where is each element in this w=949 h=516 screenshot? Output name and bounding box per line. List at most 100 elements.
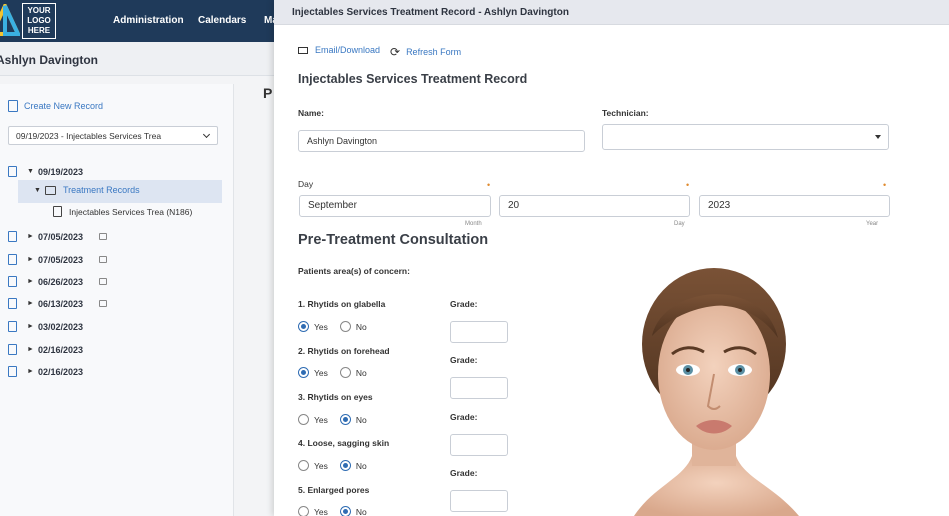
question-1-radio-group: Yes No bbox=[298, 321, 379, 332]
radio-icon[interactable] bbox=[339, 367, 351, 378]
radio-icon[interactable] bbox=[298, 460, 309, 471]
top-nav: YOUR LOGO HERE Administration Calendars … bbox=[0, 0, 274, 42]
yes-option[interactable]: Yes bbox=[298, 506, 328, 516]
email-download-button[interactable]: Email/Download bbox=[298, 45, 380, 55]
yes-option[interactable]: Yes bbox=[298, 321, 328, 332]
no-option[interactable]: No bbox=[339, 460, 367, 471]
tree-date: 07/05/2023 bbox=[37, 231, 83, 242]
collapsed-triangle-icon[interactable]: ► bbox=[27, 346, 34, 353]
tree-item-date[interactable]: ► 07/05/2023 bbox=[8, 231, 107, 242]
envelope-icon bbox=[298, 46, 308, 54]
radio-icon[interactable] bbox=[339, 321, 351, 332]
year-value: 2023 bbox=[708, 200, 731, 211]
grade-2-input[interactable] bbox=[450, 377, 508, 399]
file-icon bbox=[53, 206, 62, 217]
day-value: 20 bbox=[508, 200, 520, 211]
no-option[interactable]: No bbox=[339, 321, 367, 332]
expanded-triangle-icon[interactable]: ▼ bbox=[34, 187, 41, 194]
required-marker: • bbox=[686, 180, 690, 190]
radio-icon[interactable] bbox=[298, 414, 309, 425]
question-1-label: 1. Rhytids on glabella bbox=[298, 299, 386, 309]
comment-icon bbox=[98, 256, 107, 263]
collapsed-triangle-icon[interactable]: ► bbox=[27, 323, 34, 330]
create-label: Create New Record bbox=[24, 101, 104, 111]
radio-selected-icon[interactable] bbox=[298, 367, 309, 378]
yes-label: Yes bbox=[314, 321, 328, 332]
tree-date: 02/16/2023 bbox=[37, 344, 83, 355]
expanded-triangle-icon[interactable]: ▼ bbox=[27, 168, 34, 175]
collapsed-triangle-icon[interactable]: ► bbox=[27, 278, 34, 285]
radio-icon[interactable] bbox=[298, 506, 309, 516]
section-heading: Pre-Treatment Consultation bbox=[298, 232, 489, 248]
record-select[interactable]: 09/19/2023 - Injectables Services Trea bbox=[8, 126, 218, 145]
yes-option[interactable]: Yes bbox=[298, 460, 328, 471]
radio-selected-icon[interactable] bbox=[339, 506, 351, 516]
record-select-value: 09/19/2023 - Injectables Services Trea bbox=[16, 131, 162, 141]
collapsed-triangle-icon[interactable]: ► bbox=[27, 256, 34, 263]
create-new-record-link[interactable]: Create New Record bbox=[8, 100, 103, 112]
radio-selected-icon[interactable] bbox=[298, 321, 309, 332]
refresh-form-button[interactable]: ⟳ Refresh Form bbox=[390, 45, 461, 59]
treatment-record-modal: Injectables Services Treatment Record - … bbox=[274, 0, 949, 516]
question-2-label: 2. Rhytids on forehead bbox=[298, 346, 390, 356]
nav-ma[interactable]: Ma bbox=[264, 15, 274, 26]
question-3-label: 3. Rhytids on eyes bbox=[298, 392, 373, 402]
refresh-label: Refresh Form bbox=[406, 47, 462, 57]
nav-administration[interactable]: Administration bbox=[113, 15, 184, 26]
grade-1-input[interactable] bbox=[450, 321, 508, 343]
tree-item-date[interactable]: ► 07/05/2023 bbox=[8, 254, 107, 265]
technician-select[interactable] bbox=[602, 124, 889, 150]
comment-icon bbox=[98, 300, 107, 307]
grade-4-input[interactable] bbox=[450, 490, 508, 512]
question-4-radio-group: Yes No bbox=[298, 460, 379, 471]
grade-label: Grade: bbox=[450, 468, 478, 478]
collapsed-triangle-icon[interactable]: ► bbox=[27, 233, 34, 240]
collapsed-triangle-icon[interactable]: ► bbox=[27, 368, 34, 375]
question-5-label: 5. Enlarged pores bbox=[298, 485, 370, 495]
folder-icon bbox=[44, 185, 56, 195]
required-marker: • bbox=[487, 180, 491, 190]
no-label: No bbox=[355, 460, 367, 471]
tree-item-date[interactable]: ► 06/13/2023 bbox=[8, 298, 107, 309]
question-4-label: 4. Loose, sagging skin bbox=[298, 438, 390, 448]
grade-3-input[interactable] bbox=[450, 434, 508, 456]
tree-item-file[interactable]: Injectables Services Trea (N186) bbox=[53, 206, 192, 217]
grade-label: Grade: bbox=[450, 412, 478, 422]
tree-item-root[interactable]: ▼ 09/19/2023 bbox=[8, 166, 83, 177]
tree-item-date[interactable]: ► 03/02/2023 bbox=[8, 321, 83, 332]
caret-down-icon bbox=[875, 135, 881, 139]
logo[interactable]: YOUR LOGO HERE bbox=[0, 2, 95, 40]
tree-date: 09/19/2023 bbox=[37, 166, 83, 177]
document-icon bbox=[8, 231, 17, 242]
name-label: Name: bbox=[298, 108, 324, 118]
year-field[interactable]: 2023 bbox=[699, 195, 890, 217]
month-value: September bbox=[308, 200, 357, 211]
month-field[interactable]: September bbox=[299, 195, 491, 217]
page-title-fragment: P bbox=[263, 85, 273, 101]
no-option[interactable]: No bbox=[339, 506, 367, 516]
year-sublabel: Year bbox=[866, 221, 879, 227]
day-field[interactable]: 20 bbox=[499, 195, 690, 217]
no-option[interactable]: No bbox=[339, 414, 367, 425]
yes-option[interactable]: Yes bbox=[298, 367, 328, 378]
logo-text: YOUR LOGO HERE bbox=[22, 3, 56, 39]
document-icon bbox=[8, 366, 17, 377]
nav-calendars[interactable]: Calendars bbox=[198, 15, 246, 26]
yes-option[interactable]: Yes bbox=[298, 414, 328, 425]
grade-label: Grade: bbox=[450, 355, 478, 365]
folder-label: Treatment Records bbox=[62, 185, 140, 195]
document-icon bbox=[8, 344, 17, 355]
radio-selected-icon[interactable] bbox=[339, 414, 351, 425]
tree-item-date[interactable]: ► 02/16/2023 bbox=[8, 344, 83, 355]
no-option[interactable]: No bbox=[339, 367, 367, 378]
tree-item-date[interactable]: ► 06/26/2023 bbox=[8, 276, 107, 287]
collapsed-triangle-icon[interactable]: ► bbox=[27, 300, 34, 307]
tree-item-date[interactable]: ► 02/16/2023 bbox=[8, 366, 83, 377]
question-3-radio-group: Yes No bbox=[298, 414, 379, 425]
day-label: Day bbox=[298, 179, 314, 189]
name-field[interactable]: Ashlyn Davington bbox=[298, 130, 585, 152]
document-icon bbox=[8, 254, 17, 265]
tree-item-folder[interactable]: ▼ Treatment Records bbox=[34, 185, 140, 195]
no-label: No bbox=[355, 506, 367, 516]
radio-selected-icon[interactable] bbox=[339, 460, 351, 471]
